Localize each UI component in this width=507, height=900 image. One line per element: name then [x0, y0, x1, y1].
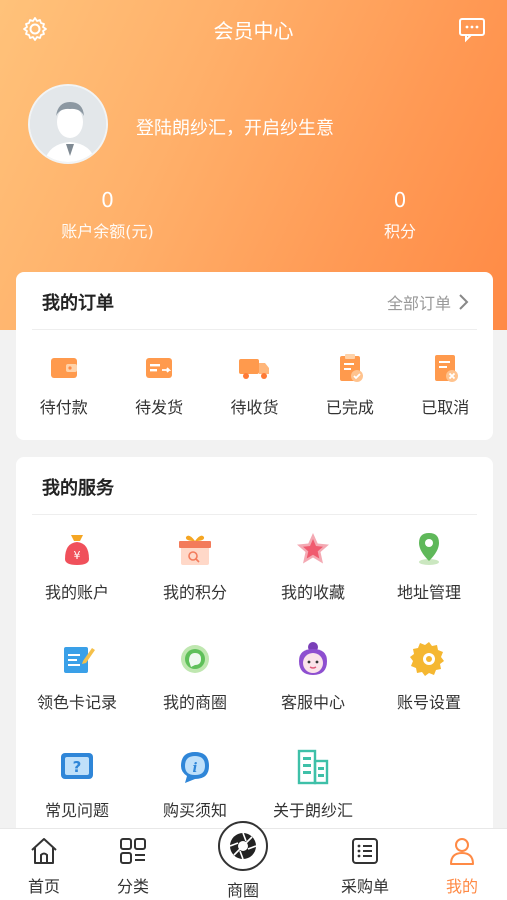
list-icon [349, 835, 381, 867]
services-card: 我的服务 ¥ 我的账户 我的积分 我的收藏 地址管理 领色卡记录 我的商圈 客服… [16, 457, 493, 857]
service-color-card-records-label: 领色卡记录 [36, 693, 117, 712]
tab-purchase-list-label: 采购单 [340, 877, 389, 896]
points[interactable]: 0 积分 [360, 188, 440, 242]
orders-card: 我的订单 全部订单 待付款 待发货 待收货 已完成 已取消 [16, 272, 493, 440]
truck-icon [236, 350, 272, 386]
points-label: 积分 [383, 222, 416, 241]
orders-title: 我的订单 [42, 293, 114, 314]
message-icon[interactable] [457, 14, 487, 44]
service-my-points-label: 我的积分 [162, 583, 227, 602]
tab-category-label: 分类 [116, 877, 149, 896]
tab-purchase-list[interactable]: 采购单 [330, 835, 400, 897]
services-header: 我的服务 [32, 457, 477, 515]
service-favorites[interactable]: 我的收藏 [254, 529, 372, 603]
question-icon: ? [57, 747, 97, 787]
account-balance[interactable]: 0 账户余额(元) [50, 188, 165, 242]
services-title: 我的服务 [42, 478, 114, 499]
svg-text:¥: ¥ [74, 549, 81, 562]
home-icon [28, 835, 60, 867]
avatar[interactable] [28, 84, 108, 164]
tab-business-circle-label: 商圈 [226, 881, 259, 900]
order-completed-label: 已完成 [325, 398, 374, 417]
order-pending-receipt[interactable]: 待收货 [207, 350, 302, 418]
tab-category[interactable]: 分类 [98, 835, 168, 897]
service-my-account-label: 我的账户 [44, 583, 109, 602]
note-edit-icon [57, 639, 97, 679]
order-cancelled[interactable]: 已取消 [398, 350, 493, 418]
chevron-right-icon [459, 294, 469, 310]
svg-text:?: ? [73, 758, 82, 776]
customer-service-icon [293, 639, 333, 679]
tab-mine-label: 我的 [445, 877, 478, 896]
service-faq-label: 常见问题 [44, 801, 109, 820]
service-my-circle[interactable]: 我的商圈 [136, 639, 254, 713]
points-value: 0 [393, 188, 407, 212]
service-faq[interactable]: ? 常见问题 [18, 747, 136, 821]
order-pending-receipt-label: 待收货 [230, 398, 279, 417]
service-purchase-notice[interactable]: i 购买须知 [136, 747, 254, 821]
document-cancel-icon [427, 350, 463, 386]
service-my-circle-label: 我的商圈 [162, 693, 227, 712]
tab-home[interactable]: 首页 [9, 835, 79, 897]
all-orders-link[interactable]: 全部订单 [387, 290, 471, 314]
gear-icon [409, 639, 449, 679]
wallet-icon [46, 350, 82, 386]
balance-value: 0 [101, 188, 114, 212]
service-my-account[interactable]: ¥ 我的账户 [18, 529, 136, 603]
location-pin-icon [409, 529, 449, 569]
service-account-settings-label: 账号设置 [396, 693, 461, 712]
aperture-icon [218, 821, 268, 871]
service-color-card-records[interactable]: 领色卡记录 [18, 639, 136, 713]
gift-box-icon [175, 529, 215, 569]
category-icon [117, 835, 149, 867]
tab-home-label: 首页 [27, 877, 60, 896]
orders-header: 我的订单 全部订单 [32, 272, 477, 330]
person-icon [446, 835, 478, 867]
balance-label: 账户余额(元) [61, 222, 154, 241]
service-customer-center-label: 客服中心 [280, 693, 345, 712]
order-pending-shipment[interactable]: 待发货 [111, 350, 206, 418]
clipboard-check-icon [332, 350, 368, 386]
service-address[interactable]: 地址管理 [370, 529, 488, 603]
service-favorites-label: 我的收藏 [280, 583, 345, 602]
card-send-icon [141, 350, 177, 386]
service-about[interactable]: 关于朗纱汇 [254, 747, 372, 821]
order-pending-shipment-label: 待发货 [135, 398, 184, 417]
building-icon [293, 747, 333, 787]
service-my-points[interactable]: 我的积分 [136, 529, 254, 603]
top-bar: 会员中心 [0, 0, 507, 58]
chat-bubble-icon [175, 639, 215, 679]
service-customer-center[interactable]: 客服中心 [254, 639, 372, 713]
tab-business-circle[interactable]: 商圈 [208, 821, 278, 900]
bottom-tab-bar: 首页 分类 商圈 采购单 我的 [0, 821, 507, 900]
login-prompt[interactable]: 登陆朗纱汇，开启纱生意 [136, 114, 334, 140]
money-bag-icon: ¥ [57, 529, 97, 569]
order-status-row: 待付款 待发货 待收货 已完成 已取消 [16, 350, 493, 418]
order-completed[interactable]: 已完成 [302, 350, 397, 418]
order-pending-payment-label: 待付款 [39, 398, 88, 417]
page-title: 会员中心 [213, 19, 294, 43]
order-pending-payment[interactable]: 待付款 [16, 350, 111, 418]
tab-mine[interactable]: 我的 [427, 835, 497, 897]
service-account-settings[interactable]: 账号设置 [370, 639, 488, 713]
all-orders-label: 全部订单 [386, 294, 451, 313]
service-about-label: 关于朗纱汇 [272, 801, 353, 820]
svg-text:i: i [193, 761, 198, 776]
star-icon [293, 529, 333, 569]
order-cancelled-label: 已取消 [421, 398, 470, 417]
service-address-label: 地址管理 [396, 583, 461, 602]
service-purchase-notice-label: 购买须知 [162, 801, 227, 820]
info-icon: i [175, 747, 215, 787]
